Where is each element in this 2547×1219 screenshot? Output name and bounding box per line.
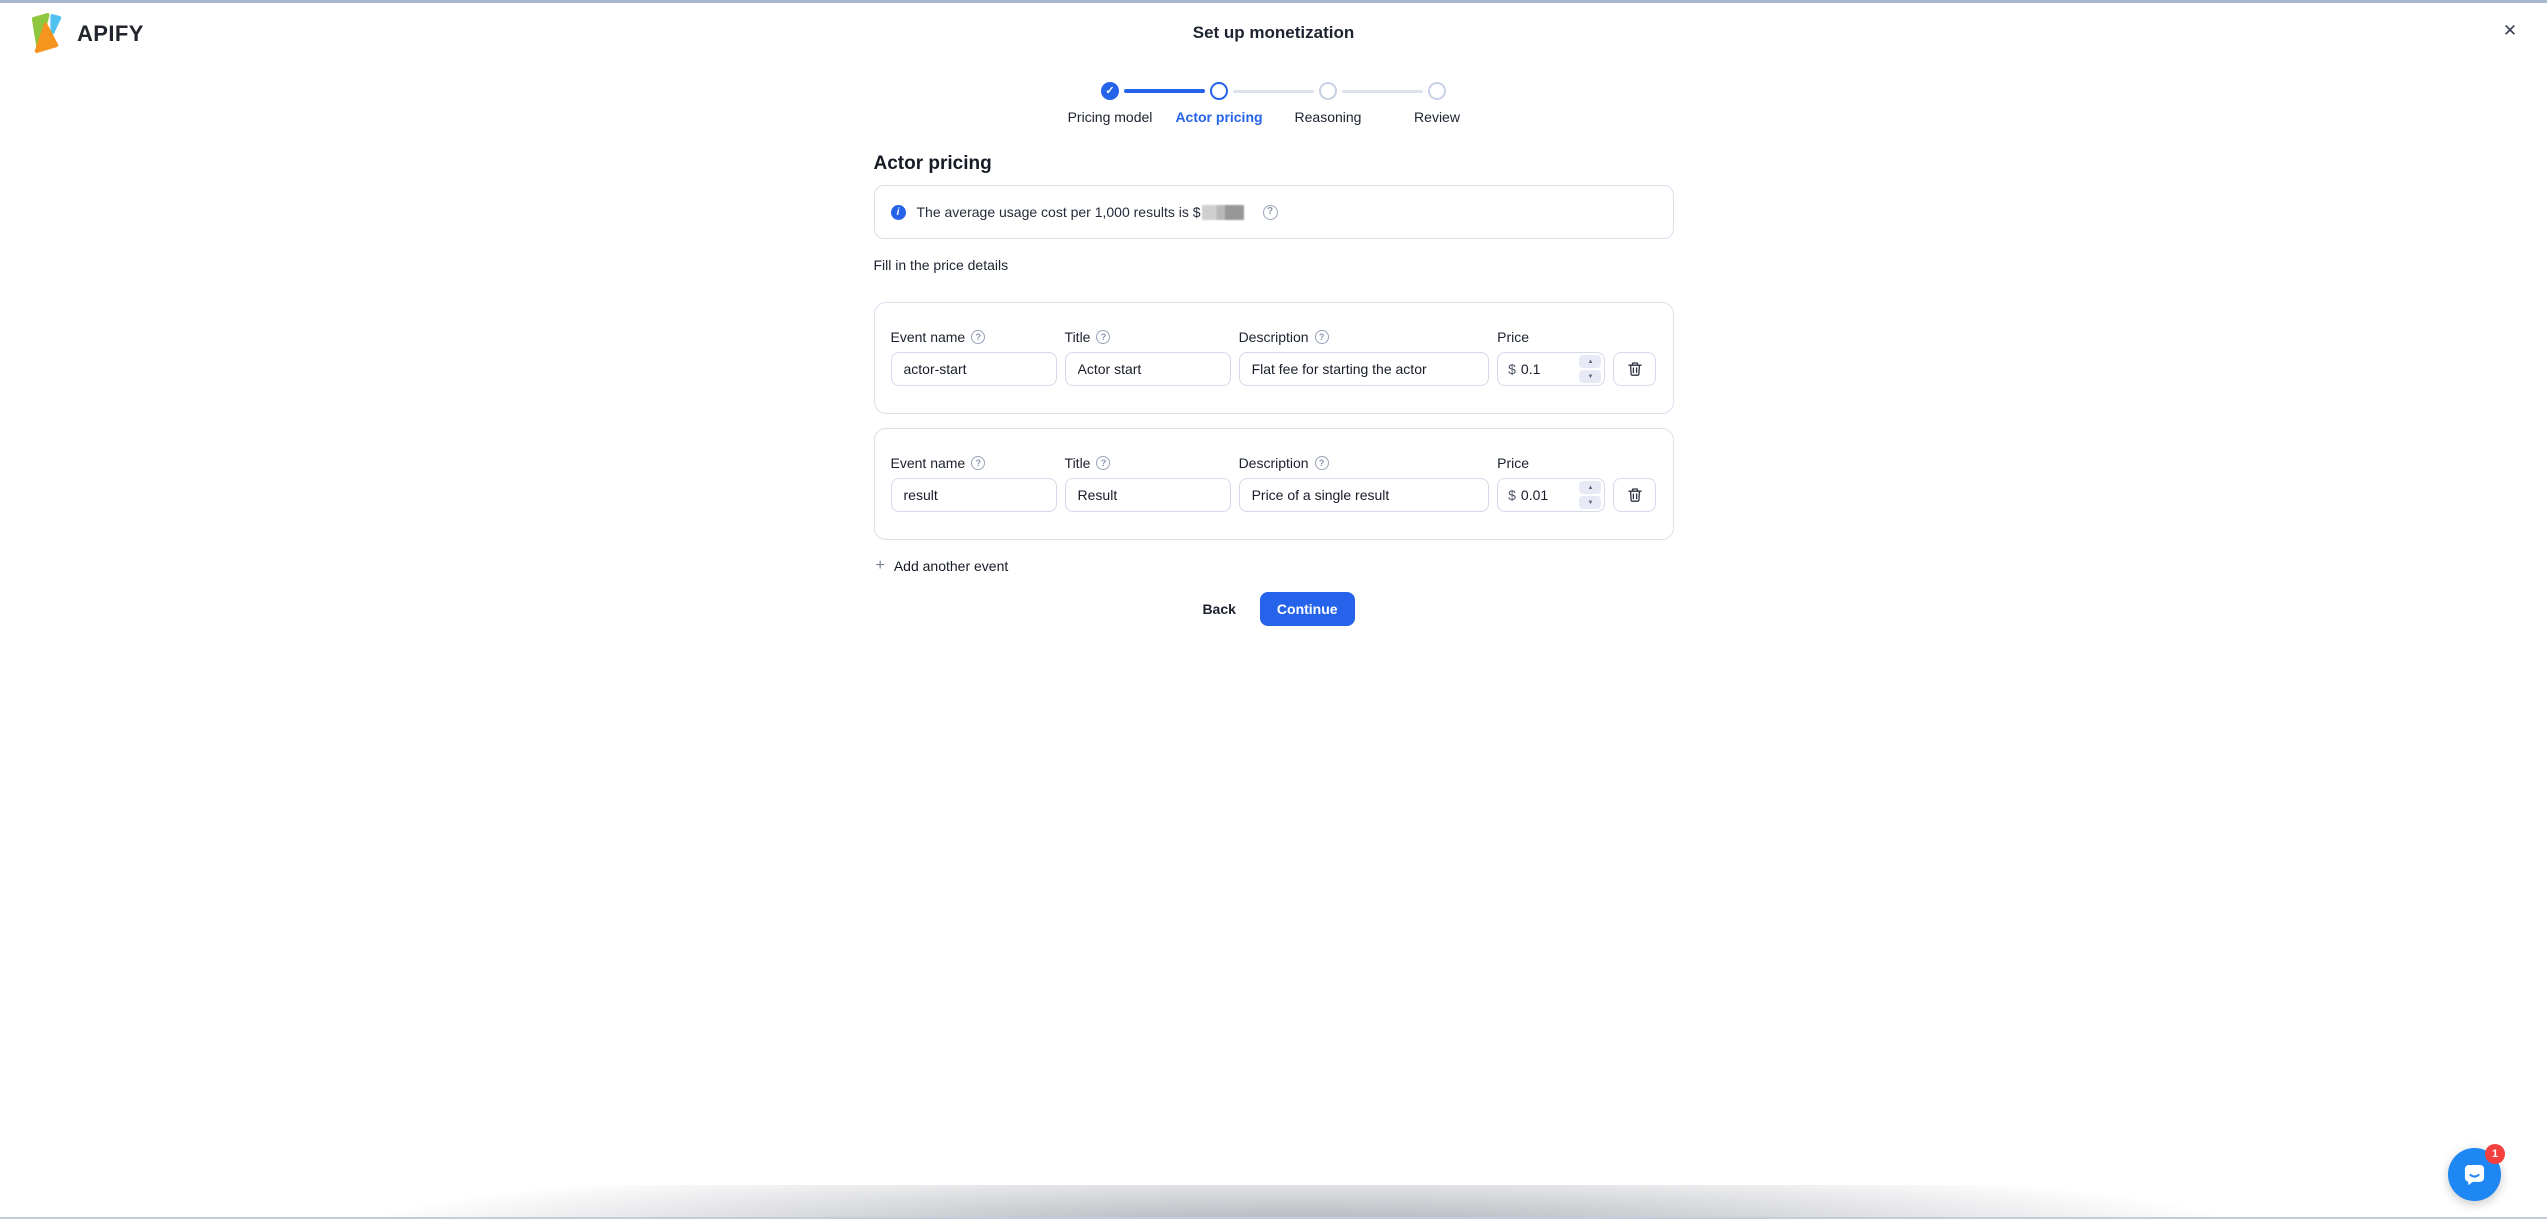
field-title: Title ? (1065, 455, 1231, 512)
add-another-event-label: Add another event (894, 558, 1008, 574)
field-event-name: Event name ? (891, 329, 1057, 386)
chat-icon (2461, 1161, 2488, 1188)
field-label-text: Title (1065, 329, 1091, 345)
title-input[interactable] (1065, 352, 1231, 386)
stepper-step-reasoning[interactable]: Reasoning (1274, 82, 1383, 125)
wizard-footer: Back Continue (874, 592, 1674, 626)
add-another-event-button[interactable]: + Add another event (874, 556, 1013, 576)
continue-button[interactable]: Continue (1260, 592, 1355, 626)
field-event-name: Event name ? (891, 455, 1057, 512)
field-label: Title ? (1065, 455, 1231, 471)
stepper-step-review[interactable]: Review (1383, 82, 1492, 125)
price-input-group: $ ▲ ▼ (1497, 352, 1605, 386)
delete-event-button[interactable] (1613, 352, 1656, 386)
field-label: Event name ? (891, 329, 1057, 345)
stepper-step-label: Review (1414, 109, 1460, 125)
caret-up-icon[interactable]: ▲ (1579, 481, 1601, 494)
currency-symbol: $ (1508, 487, 1516, 503)
field-description: Description ? (1239, 329, 1490, 386)
caret-down-icon[interactable]: ▼ (1579, 496, 1601, 509)
info-banner-text-prefix: The average usage cost per 1,000 results… (917, 204, 1201, 220)
trash-icon (1627, 361, 1643, 377)
field-label: Price (1497, 455, 1605, 471)
active-step-dot (1210, 82, 1228, 100)
price-stepper: ▲ ▼ (1579, 481, 1601, 509)
back-button[interactable]: Back (1192, 593, 1245, 625)
close-icon[interactable]: ✕ (2493, 14, 2527, 48)
check-icon: ✓ (1101, 82, 1119, 100)
field-label: Price (1497, 329, 1605, 345)
instruction-text: Fill in the price details (874, 257, 1674, 273)
stepper-step-label: Reasoning (1295, 109, 1362, 125)
help-icon[interactable]: ? (971, 456, 985, 470)
event-name-input[interactable] (891, 352, 1057, 386)
stepper: ✓ Pricing model Actor pricing Reasoning … (0, 82, 2547, 125)
price-input[interactable] (1521, 361, 1575, 377)
help-icon[interactable]: ? (971, 330, 985, 344)
field-label: Title ? (1065, 329, 1231, 345)
help-icon[interactable]: ? (1315, 456, 1329, 470)
chat-launcher-button[interactable]: 1 (2448, 1148, 2501, 1201)
plus-icon: + (876, 558, 885, 574)
stepper-step-actor-pricing[interactable]: Actor pricing (1165, 82, 1274, 125)
price-input[interactable] (1521, 487, 1575, 503)
modal-header: APIFY Set up monetization ✕ (0, 0, 2547, 64)
field-label-text: Price (1497, 455, 1529, 471)
title-input[interactable] (1065, 478, 1231, 512)
description-input[interactable] (1239, 478, 1490, 512)
field-label-text: Title (1065, 455, 1091, 471)
field-label-text: Description (1239, 329, 1309, 345)
main-content: Actor pricing i The average usage cost p… (874, 153, 1674, 626)
section-heading: Actor pricing (874, 153, 1674, 175)
field-description: Description ? (1239, 455, 1490, 512)
field-label-text: Description (1239, 455, 1309, 471)
upcoming-step-dot (1428, 82, 1446, 100)
field-title: Title ? (1065, 329, 1231, 386)
redacted-value (1202, 205, 1244, 220)
help-icon[interactable]: ? (1263, 205, 1278, 220)
page-title: Set up monetization (0, 23, 2547, 43)
stepper-connector (1233, 90, 1314, 93)
field-price: Price $ ▲ ▼ (1497, 455, 1605, 512)
help-icon[interactable]: ? (1315, 330, 1329, 344)
help-icon[interactable]: ? (1096, 330, 1110, 344)
bottom-shadow (0, 1185, 2547, 1219)
info-banner: i The average usage cost per 1,000 resul… (874, 185, 1674, 239)
delete-event-button[interactable] (1613, 478, 1656, 512)
stepper-step-label: Actor pricing (1175, 109, 1262, 125)
upcoming-step-dot (1319, 82, 1337, 100)
help-icon[interactable]: ? (1096, 456, 1110, 470)
caret-up-icon[interactable]: ▲ (1579, 355, 1601, 368)
stepper-connector (1342, 90, 1423, 93)
field-label: Event name ? (891, 455, 1057, 471)
event-name-input[interactable] (891, 478, 1057, 512)
field-label-text: Event name (891, 455, 966, 471)
info-icon: i (891, 205, 906, 220)
event-card: Event name ? Title ? Description ? (874, 302, 1674, 414)
caret-down-icon[interactable]: ▼ (1579, 370, 1601, 383)
field-label-text: Price (1497, 329, 1529, 345)
price-stepper: ▲ ▼ (1579, 355, 1601, 383)
window-top-edge (0, 0, 2547, 3)
chat-unread-badge: 1 (2485, 1144, 2505, 1164)
field-label: Description ? (1239, 329, 1490, 345)
field-label: Description ? (1239, 455, 1490, 471)
stepper-step-label: Pricing model (1068, 109, 1153, 125)
field-price: Price $ ▲ ▼ (1497, 329, 1605, 386)
price-input-group: $ ▲ ▼ (1497, 478, 1605, 512)
description-input[interactable] (1239, 352, 1490, 386)
currency-symbol: $ (1508, 361, 1516, 377)
field-label-text: Event name (891, 329, 966, 345)
stepper-connector (1124, 89, 1205, 93)
event-card: Event name ? Title ? Description ? (874, 428, 1674, 540)
trash-icon (1627, 487, 1643, 503)
info-banner-text: The average usage cost per 1,000 results… (917, 204, 1244, 220)
